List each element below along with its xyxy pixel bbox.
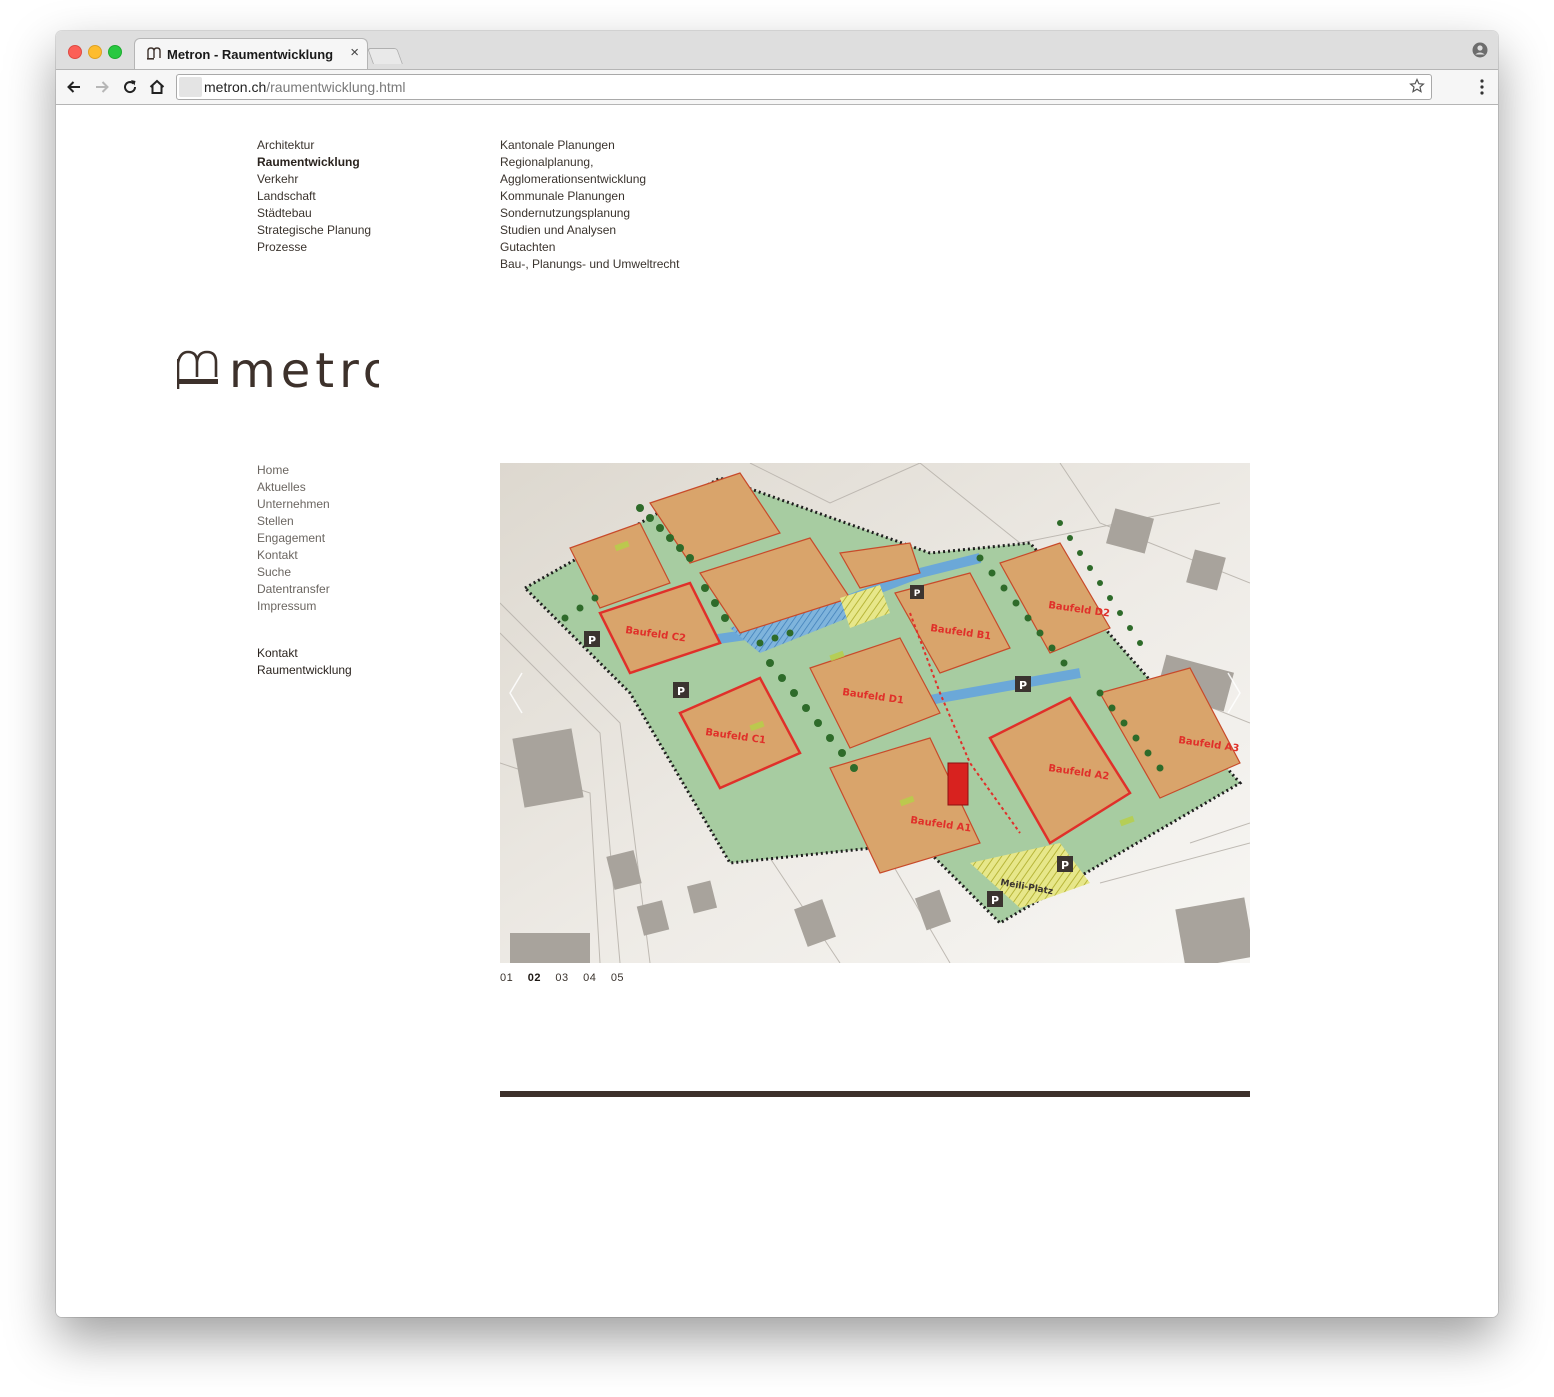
url-text: metron.ch/raumentwicklung.html — [204, 79, 406, 95]
bookmark-star-icon[interactable] — [1409, 78, 1425, 99]
meta-nav-item-engagement[interactable]: Engagement — [257, 530, 330, 547]
close-icon[interactable]: × — [350, 45, 359, 61]
close-window-button[interactable] — [68, 45, 82, 59]
new-tab-button[interactable] — [367, 48, 403, 64]
nav-item-prozesse[interactable]: Prozesse — [257, 239, 371, 256]
tab-strip: Metron - Raumentwicklung × — [56, 31, 1498, 70]
slide-page-01[interactable]: 01 — [500, 972, 513, 984]
slide-page-02[interactable]: 02 — [528, 972, 541, 984]
site-info-icon[interactable] — [179, 77, 202, 97]
zoom-window-button[interactable] — [108, 45, 122, 59]
logo-wordmark: metron — [229, 349, 379, 391]
svg-text:P: P — [588, 634, 596, 647]
meta-nav-item-home[interactable]: Home — [257, 462, 330, 479]
profile-icon[interactable] — [1472, 42, 1488, 63]
svg-text:P: P — [1061, 859, 1069, 872]
contact-nav-item-kontakt[interactable]: Kontakt — [257, 645, 352, 662]
meta-nav-item-stellen[interactable]: Stellen — [257, 513, 330, 530]
nav-item-architektur[interactable]: Architektur — [257, 137, 371, 154]
subnav-item-sondernutzungsplanung[interactable]: Sondernutzungsplanung — [500, 205, 679, 222]
section-nav: Architektur Raumentwicklung Verkehr Land… — [257, 137, 371, 256]
subnav-item-studien-und-analysen[interactable]: Studien und Analysen — [500, 222, 679, 239]
page-content: Architektur Raumentwicklung Verkehr Land… — [56, 105, 1498, 1317]
browser-toolbar: metron.ch/raumentwicklung.html — [56, 69, 1498, 105]
subnav-item-regionalplanung[interactable]: Regionalplanung, — [500, 154, 679, 171]
nav-item-landschaft[interactable]: Landschaft — [257, 188, 371, 205]
svg-text:P: P — [1019, 679, 1027, 692]
meta-nav-item-aktuelles[interactable]: Aktuelles — [257, 479, 330, 496]
meta-nav-item-datentransfer[interactable]: Datentransfer — [257, 581, 330, 598]
svg-text:P: P — [677, 685, 685, 698]
subsection-nav: Kantonale Planungen Regionalplanung, Agg… — [500, 137, 679, 273]
browser-tab[interactable]: Metron - Raumentwicklung × — [134, 38, 368, 70]
contact-nav-item-raumentwicklung[interactable]: Raumentwicklung — [257, 662, 352, 679]
nav-item-raumentwicklung[interactable]: Raumentwicklung — [257, 154, 371, 171]
slide-page-05[interactable]: 05 — [611, 972, 624, 984]
metron-logo[interactable]: metron — [176, 343, 428, 399]
subnav-item-kantonale-planungen[interactable]: Kantonale Planungen — [500, 137, 679, 154]
subnav-item-agglomerationsentwicklung[interactable]: Agglomerationsentwicklung — [500, 171, 679, 188]
site-plan-image: P P P P P P Baufeld C2 Baufeld C1 Baufel… — [500, 463, 1250, 963]
contact-nav: Kontakt Raumentwicklung — [257, 645, 352, 679]
browser-window: Metron - Raumentwicklung × metron.ch/rau — [56, 31, 1498, 1317]
meta-nav: Home Aktuelles Unternehmen Stellen Engag… — [257, 462, 330, 615]
slideshow-image[interactable]: P P P P P P Baufeld C2 Baufeld C1 Baufel… — [500, 463, 1250, 963]
next-slide-arrow-icon[interactable] — [1226, 671, 1242, 720]
footer-divider — [500, 1091, 1250, 1097]
previous-slide-arrow-icon[interactable] — [508, 671, 524, 720]
reload-icon[interactable] — [121, 78, 139, 96]
metron-favicon-icon — [147, 46, 163, 65]
svg-text:P: P — [991, 894, 999, 907]
subnav-item-kommunale-planungen[interactable]: Kommunale Planungen — [500, 188, 679, 205]
forward-icon[interactable] — [93, 78, 111, 96]
slide-page-04[interactable]: 04 — [583, 972, 596, 984]
meta-nav-item-kontakt[interactable]: Kontakt — [257, 547, 330, 564]
subnav-item-bau-planungs-umweltrecht[interactable]: Bau-, Planungs- und Umweltrecht — [500, 256, 679, 273]
meta-nav-item-impressum[interactable]: Impressum — [257, 598, 330, 615]
svg-text:P: P — [914, 589, 921, 599]
tab-title: Metron - Raumentwicklung — [167, 47, 334, 62]
slide-pager: 01 02 03 04 05 — [500, 968, 634, 986]
slide-page-03[interactable]: 03 — [555, 972, 568, 984]
nav-item-staedtebau[interactable]: Städtebau — [257, 205, 371, 222]
nav-item-strategische-planung[interactable]: Strategische Planung — [257, 222, 371, 239]
back-icon[interactable] — [65, 78, 83, 96]
menu-icon[interactable] — [1480, 79, 1484, 100]
meta-nav-item-suche[interactable]: Suche — [257, 564, 330, 581]
subnav-item-gutachten[interactable]: Gutachten — [500, 239, 679, 256]
nav-item-verkehr[interactable]: Verkehr — [257, 171, 371, 188]
meta-nav-item-unternehmen[interactable]: Unternehmen — [257, 496, 330, 513]
home-icon[interactable] — [148, 78, 166, 96]
minimize-window-button[interactable] — [88, 45, 102, 59]
address-bar[interactable]: metron.ch/raumentwicklung.html — [176, 74, 1432, 100]
